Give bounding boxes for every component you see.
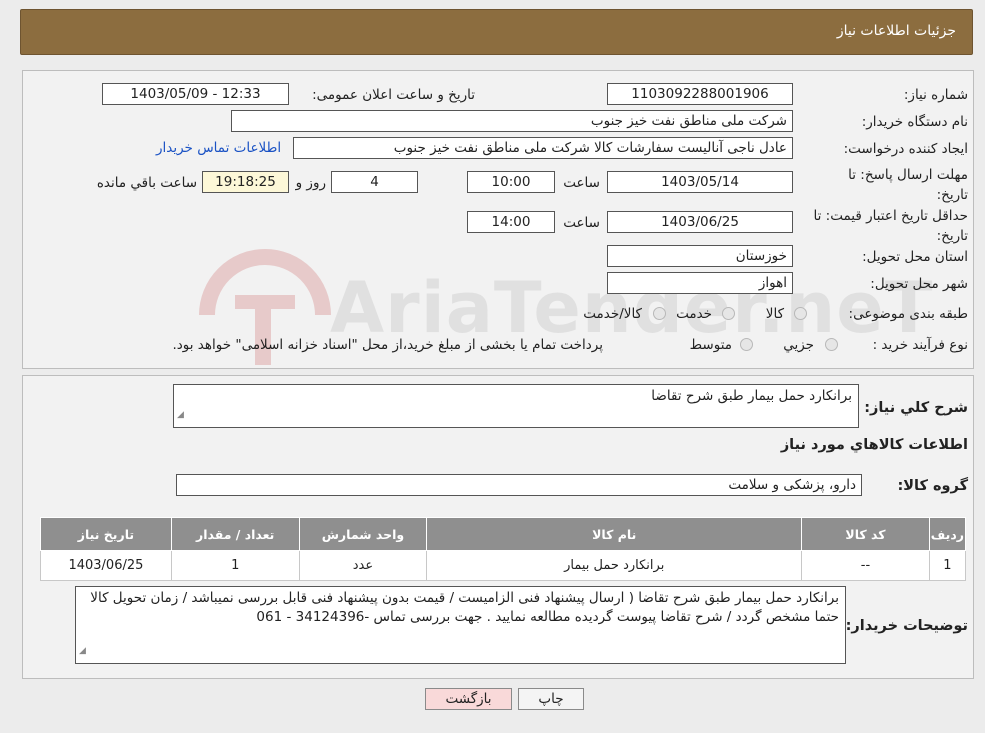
cell-item-name: برانکارد حمل بیمار [426,550,803,581]
remaining-days-label: روز و [295,175,326,191]
goods-table: رديف کد کالا نام کالا واحد شمارش تعداد /… [40,517,967,581]
remaining-days-field: 4 [331,171,418,193]
deadline-time-field: 10:00 [467,171,555,193]
table-row: 1 -- برانکارد حمل بیمار عدد 1 1403/06/25 [40,550,967,581]
purchase-type-label: نوع فرآیند خرید : [872,337,968,353]
col-quantity: تعداد / مقدار [170,517,300,551]
goods-group-field: دارو، پزشکی و سلامت [176,474,862,496]
purchase-note: پرداخت تمام یا بخشی از مبلغ خرید،از محل … [172,337,603,353]
category-service-label: خدمت [676,306,712,322]
buyer-contact-link[interactable]: اطلاعات تماس خریدار [156,140,281,156]
buyer-notes-text: برانکارد حمل بیمار طبق شرح تقاضا ( ارسال… [90,590,839,625]
category-goods-service-label: کالا/خدمت [583,306,642,322]
province-label: استان محل تحویل: [862,249,968,265]
cell-row-number: 1 [928,550,967,581]
general-description-label: شرح کلي نياز: [864,400,968,416]
deadline-time-label: ساعت [563,175,600,191]
purchase-minor-label: جزيي [783,337,814,353]
buyer-notes-label: توضيحات خريدار: [845,618,968,634]
need-number-field: 1103092288001906 [607,83,793,105]
page-header: جزئیات اطلاعات نیاز [20,9,973,55]
col-unit: واحد شمارش [298,517,428,551]
col-need-date: تاريخ نياز [40,517,172,551]
province-field: خوزستان [607,245,793,267]
cell-item-code: -- [801,550,930,581]
category-goods-service-radio[interactable] [653,307,666,320]
validity-date-field: 1403/06/25 [607,211,793,233]
deadline-date-field: 1403/05/14 [607,171,793,193]
page-title: جزئیات اطلاعات نیاز [836,23,956,39]
creator-label: ایجاد کننده درخواست: [843,141,968,157]
buyer-notes-field: برانکارد حمل بیمار طبق شرح تقاضا ( ارسال… [75,586,846,664]
purchase-minor-radio[interactable] [825,338,838,351]
goods-group-label: گروه کالا: [897,478,968,494]
buyer-org-label: نام دستگاه خریدار: [861,114,968,130]
col-item-name: نام کالا [426,517,803,551]
city-label: شهر محل تحویل: [870,276,968,292]
resize-grip-icon[interactable]: ◢ [79,642,86,661]
cell-unit: عدد [298,550,428,581]
city-field: اهواز [607,272,793,294]
cell-need-date: 1403/06/25 [40,550,172,581]
remaining-time-field: 19:18:25 [202,171,289,193]
announce-date-field: 1403/05/09 - 12:33 [102,83,289,105]
validity-time-label: ساعت [563,215,600,231]
purchase-medium-label: متوسط [689,337,732,353]
category-service-radio[interactable] [722,307,735,320]
deadline-label: مهلت ارسال پاسخ: تا تاریخ: [848,167,968,203]
validity-time-field: 14:00 [467,211,555,233]
creator-field: عادل ناجی آنالیست سفارشات کالا شرکت ملی … [293,137,793,159]
validity-label: حداقل تاريخ اعتبار قيمت: تا تاريخ: [813,208,968,244]
print-button[interactable]: چاپ [518,688,584,710]
category-label: طبقه بندی موضوعی: [848,306,968,322]
resize-grip-icon[interactable]: ◢ [177,406,184,425]
need-number-label: شماره نیاز: [903,87,968,103]
category-goods-radio[interactable] [794,307,807,320]
announce-date-label: تاریخ و ساعت اعلان عمومی: [312,87,475,103]
goods-info-title: اطلاعات کالاهاي مورد نياز [780,437,968,453]
table-header-row: رديف کد کالا نام کالا واحد شمارش تعداد /… [40,517,967,551]
buyer-org-field: شرکت ملی مناطق نفت خیز جنوب [231,110,793,132]
back-button[interactable]: بازگشت [425,688,512,710]
purchase-medium-radio[interactable] [740,338,753,351]
cell-quantity: 1 [170,550,300,581]
general-description-text: برانکارد حمل بیمار طبق شرح تقاضا [651,388,852,404]
general-description-field: برانکارد حمل بیمار طبق شرح تقاضا ◢ [173,384,859,428]
col-row-number: رديف [928,517,967,551]
col-item-code: کد کالا [801,517,930,551]
remaining-time-label: ساعت باقي مانده [96,175,197,191]
category-goods-label: کالا [765,306,784,322]
